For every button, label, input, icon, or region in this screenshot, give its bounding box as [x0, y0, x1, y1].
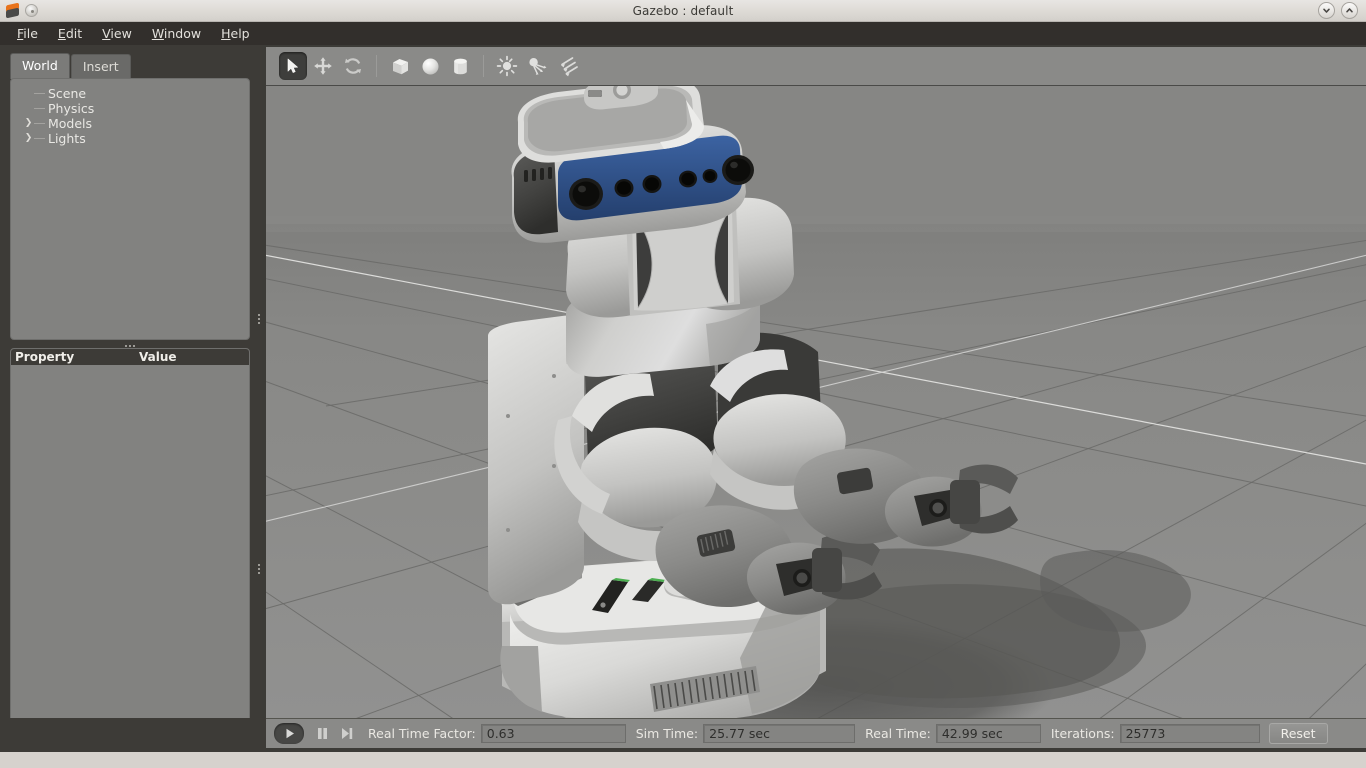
play-button[interactable] [274, 723, 304, 744]
chevron-right-icon[interactable]: ❯ [23, 119, 34, 128]
minimize-button[interactable] [1318, 2, 1335, 19]
rotate-arrows-icon [345, 58, 361, 74]
chevron-down-icon [1323, 8, 1330, 13]
tree-elbow-icon [34, 138, 45, 139]
menu-item-help[interactable]: Help [212, 23, 259, 44]
pause-button[interactable] [310, 723, 334, 744]
real-time-factor-value: 0.63 [480, 724, 626, 743]
window-title: Gazebo : default [632, 3, 734, 18]
render-status-icon [25, 4, 38, 17]
toolbar-separator [376, 55, 377, 77]
chevron-up-icon [1346, 8, 1353, 13]
insert-directional-light-button[interactable] [553, 52, 581, 80]
panel-tabs: World Insert [10, 53, 132, 79]
tree-elbow-icon [34, 123, 45, 124]
cylinder-icon [453, 58, 467, 74]
tab-insert[interactable]: Insert [70, 54, 131, 79]
3d-viewport[interactable]: PR2 [266, 86, 1366, 718]
rotate-mode-button[interactable] [339, 52, 367, 80]
scene-toolbar [266, 47, 1366, 86]
tree-elbow-icon [34, 108, 45, 109]
maximize-button[interactable] [1341, 2, 1358, 19]
tree-label-scene: Scene [48, 86, 87, 101]
insert-point-light-button[interactable] [493, 52, 521, 80]
left-panel: World Insert Scene Physics ❯ Models ❯ Li… [0, 45, 262, 768]
robot-head [511, 86, 754, 243]
real-time-value: 42.99 sec [935, 724, 1041, 743]
panel-bottom-filler [0, 718, 266, 752]
chevron-right-icon[interactable]: ❯ [23, 134, 34, 143]
menu-label-help: elp [230, 26, 250, 41]
menu-item-edit[interactable]: Edit [49, 23, 91, 44]
insert-box-button[interactable] [386, 52, 414, 80]
title-bar: Gazebo : default [0, 0, 1366, 22]
step-button[interactable] [334, 723, 358, 744]
step-forward-icon [341, 728, 352, 739]
menu-label-window: indow [163, 26, 202, 41]
menu-label-view: iew [110, 26, 132, 41]
select-mode-button[interactable] [279, 52, 307, 80]
tree-item-physics[interactable]: Physics [11, 101, 249, 116]
play-icon [286, 728, 294, 739]
sim-time-label: Sim Time: [635, 726, 699, 741]
tree-item-models[interactable]: ❯ Models [11, 116, 249, 131]
property-table-header: Property Value [11, 349, 249, 365]
panel-splitter-top[interactable] [255, 311, 262, 327]
point-light-icon [496, 55, 518, 77]
menu-label-edit: dit [65, 26, 83, 41]
tree-label-models: Models [48, 116, 93, 131]
sim-time-value: 25.77 sec [703, 724, 856, 743]
title-bar-icons [0, 2, 120, 19]
real-time-factor-label: Real Time Factor: [368, 726, 476, 741]
insert-spot-light-button[interactable] [523, 52, 551, 80]
column-header-value[interactable]: Value [135, 350, 249, 364]
status-bar: Real Time Factor: 0.63 Sim Time: 25.77 s… [266, 718, 1366, 748]
menu-label-file: ile [23, 26, 38, 41]
cursor-arrow-icon [287, 58, 298, 73]
tree-label-lights: Lights [48, 131, 86, 146]
render-area: PR2 [266, 47, 1366, 718]
iterations-label: Iterations: [1050, 726, 1115, 741]
insert-cylinder-button[interactable] [446, 52, 474, 80]
translate-mode-button[interactable] [309, 52, 337, 80]
menu-item-file[interactable]: File [8, 23, 47, 44]
tab-world[interactable]: World [10, 53, 70, 79]
spot-light-icon [529, 58, 547, 75]
reset-button[interactable]: Reset [1268, 723, 1328, 744]
window-controls [1246, 2, 1366, 19]
column-header-property[interactable]: Property [11, 350, 135, 364]
gazebo-cube-icon [5, 2, 21, 19]
insert-sphere-button[interactable] [416, 52, 444, 80]
tree-elbow-icon [34, 93, 45, 94]
tree-item-scene[interactable]: Scene [11, 86, 249, 101]
property-table: Property Value [10, 348, 250, 753]
directional-light-icon [561, 57, 578, 77]
menu-item-view[interactable]: View [93, 23, 141, 44]
tree-label-physics: Physics [48, 101, 95, 116]
world-tree[interactable]: Scene Physics ❯ Models ❯ Lights [10, 78, 250, 340]
iterations-value: 25773 [1119, 724, 1260, 743]
menu-item-window[interactable]: Window [143, 23, 210, 44]
panel-splitter-bottom[interactable] [255, 561, 262, 577]
real-time-label: Real Time: [865, 726, 931, 741]
tree-item-lights[interactable]: ❯ Lights [11, 131, 249, 146]
box-icon [392, 58, 408, 74]
toolbar-separator [483, 55, 484, 77]
desktop-bottom-strip [0, 752, 1366, 768]
sphere-icon [422, 58, 438, 74]
menu-bar: File Edit View Window Help [0, 22, 1366, 45]
pause-icon [317, 728, 327, 739]
move-arrows-icon [314, 57, 332, 75]
pr2-robot-model[interactable]: PR2 [266, 86, 1366, 718]
